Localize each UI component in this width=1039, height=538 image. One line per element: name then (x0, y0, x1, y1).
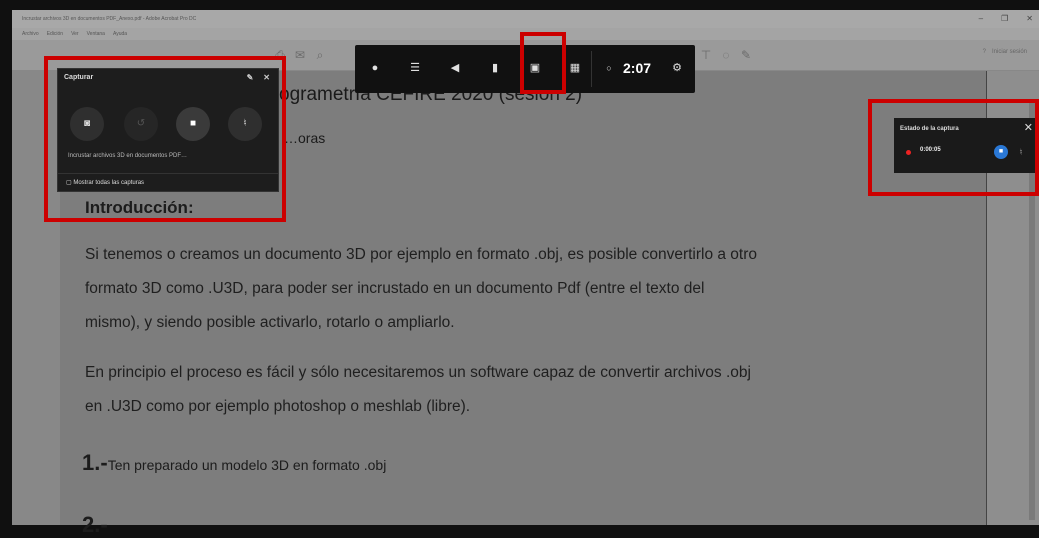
menu-ayuda[interactable]: Ayuda (113, 28, 127, 40)
step-1-number: 1.- (82, 450, 108, 475)
capture-status-highlight (868, 99, 1039, 196)
search-icon[interactable]: ⌕ (314, 49, 326, 61)
step-1: 1.-Ten preparado un modelo 3D en formato… (82, 450, 386, 476)
step-1-text: Ten preparado un modelo 3D en formato .o… (107, 457, 387, 473)
close-button[interactable]: ✕ (1026, 10, 1033, 28)
window-titlebar: Incrustar archivos 3D en documentos PDF_… (12, 10, 1039, 28)
signin-link[interactable]: Iniciar sesión (992, 49, 1027, 55)
maximize-button[interactable]: ❐ (1001, 10, 1008, 28)
menu-ventana[interactable]: Ventana (87, 28, 105, 40)
minimize-button[interactable]: – (979, 10, 983, 28)
audio-icon[interactable]: ◀ (447, 59, 463, 77)
paragraph-2-line-2: en .U3D como por ejemplo photoshop o mes… (85, 398, 471, 415)
highlight-icon[interactable]: ⊤ (700, 49, 712, 61)
pen-icon[interactable]: ✎ (740, 49, 752, 61)
paragraph-2-line-1: En principio el proceso es fácil y sólo … (85, 364, 751, 381)
widget-menu-icon[interactable]: ☰ (407, 59, 423, 77)
clock-icon: ○ (606, 63, 612, 73)
gamebar-separator (591, 51, 592, 87)
menu-edicion[interactable]: Edición (47, 28, 63, 40)
paragraph-1: Si tenemos o creamos un documento 3D por… (85, 238, 975, 340)
step-2-number: 2.- (82, 512, 108, 537)
menu-ver[interactable]: Ver (71, 28, 79, 40)
paragraph-2: En principio el proceso es fácil y sólo … (85, 356, 975, 424)
paragraph-1-line-1: Si tenemos o creamos un documento 3D por… (85, 246, 758, 263)
window-title: Incrustar archivos 3D en documentos PDF_… (22, 16, 197, 22)
window-controls: – ❐ ✕ (979, 10, 1033, 28)
document-subtitle: …oras (284, 130, 326, 146)
mail-icon[interactable]: ✉ (294, 49, 306, 61)
settings-icon[interactable]: ⚙ (669, 59, 685, 77)
performance-icon[interactable]: ▮ (487, 59, 503, 77)
xbox-icon[interactable]: ● (367, 59, 383, 77)
comment-icon[interactable]: ◌ (720, 49, 732, 61)
capture-widget-highlight (44, 56, 286, 222)
help-icon: ? (982, 49, 986, 55)
menu-archivo[interactable]: Archivo (22, 28, 39, 40)
gallery-icon[interactable]: ▦ (567, 59, 583, 77)
signin-area[interactable]: ? Iniciar sesión (983, 49, 1027, 55)
gamebar-timer: 2:07 (623, 60, 652, 76)
capture-icon-highlight (520, 32, 566, 94)
paragraph-1-line-2: formato 3D como .U3D, para poder ser inc… (85, 280, 705, 297)
paragraph-1-line-3: mismo), y siendo posible activarlo, rota… (85, 314, 455, 331)
